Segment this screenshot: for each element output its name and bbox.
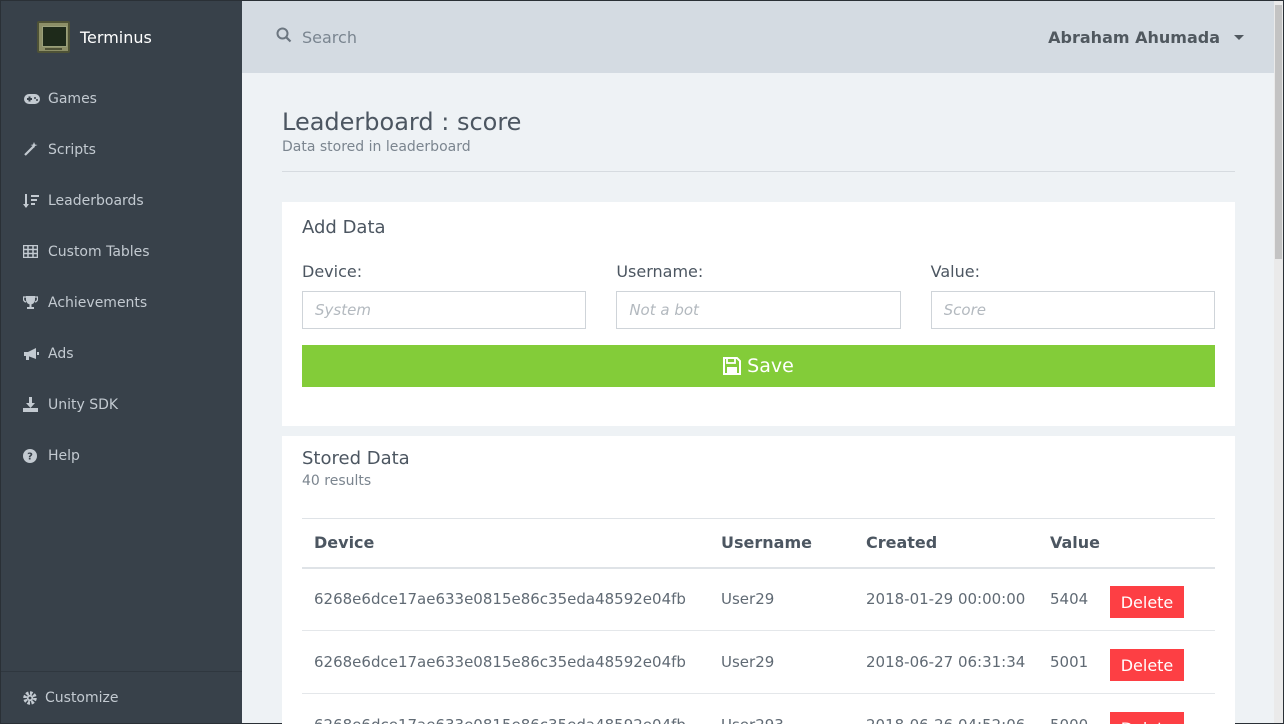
cell-actions: Delete	[1110, 567, 1215, 631]
delete-button[interactable]: Delete	[1110, 586, 1184, 619]
page-title: Leaderboard : score	[282, 108, 522, 136]
add-data-title: Add Data	[302, 217, 386, 238]
search-bar	[242, 27, 1048, 47]
gear-icon	[23, 690, 45, 705]
table-header-row: Device Username Created Value	[302, 518, 1215, 569]
sidebar-item-customize[interactable]: Customize	[1, 671, 242, 723]
cell-created: 2018-06-27 06:31:34	[854, 630, 1038, 694]
divider	[282, 171, 1235, 172]
table-row: 6268e6dce17ae633e0815e86c35eda48592e04fb…	[302, 693, 1215, 724]
sidebar-item-scripts[interactable]: Scripts	[1, 124, 242, 175]
value-field-group: Value:	[930, 262, 1215, 329]
bullhorn-icon	[23, 347, 45, 361]
user-menu[interactable]: Abraham Ahumada	[1048, 28, 1274, 47]
page-scrollbar[interactable]	[1274, 1, 1283, 723]
username-label: Username:	[616, 262, 704, 281]
table-row: 6268e6dce17ae633e0815e86c35eda48592e04fb…	[302, 567, 1215, 631]
save-button[interactable]: Save	[302, 345, 1215, 387]
value-label: Value:	[930, 262, 980, 281]
sidebar-item-label: Unity SDK	[48, 396, 119, 413]
question-circle-icon: ?	[23, 448, 45, 463]
column-header-username[interactable]: Username	[709, 518, 854, 569]
stored-data-card: Stored Data 40 results Device Username C…	[282, 436, 1235, 724]
caret-down-icon	[1234, 34, 1244, 40]
user-name: Abraham Ahumada	[1048, 27, 1220, 47]
sidebar-item-ads[interactable]: Ads	[1, 328, 242, 379]
device-label: Device:	[302, 262, 363, 281]
username-field-group: Username:	[616, 262, 901, 329]
topbar: Abraham Ahumada	[242, 1, 1274, 73]
sidebar-item-label: Custom Tables	[48, 243, 150, 260]
search-icon	[276, 27, 292, 47]
scrollbar-thumb[interactable]	[1275, 5, 1282, 259]
sidebar-item-label: Achievements	[48, 294, 148, 311]
stored-data-table: Device Username Created Value 6268e6dce1…	[302, 518, 1215, 724]
brand[interactable]: Terminus	[1, 1, 242, 73]
cell-value: 5001	[1038, 630, 1110, 694]
download-icon	[23, 397, 45, 412]
table-row: 6268e6dce17ae633e0815e86c35eda48592e04fb…	[302, 630, 1215, 694]
column-header-device[interactable]: Device	[302, 518, 709, 569]
sidebar-item-label: Ads	[48, 345, 74, 362]
column-header-actions	[1110, 518, 1215, 569]
cell-created: 2018-01-29 00:00:00	[854, 567, 1038, 631]
column-header-created[interactable]: Created	[854, 518, 1038, 569]
sidebar-item-label: Games	[48, 90, 97, 107]
table-icon	[23, 245, 45, 258]
cell-device: 6268e6dce17ae633e0815e86c35eda48592e04fb	[302, 567, 709, 631]
stored-data-title: Stored Data	[302, 448, 410, 469]
add-data-card: Add Data Device: Username: Value: Save	[282, 202, 1235, 426]
trophy-icon	[23, 295, 45, 310]
main-content: Leaderboard : score Data stored in leade…	[282, 73, 1235, 724]
sidebar-item-label: Customize	[45, 689, 119, 706]
cell-username: User29	[709, 630, 854, 694]
sidebar-item-help[interactable]: ? Help	[1, 430, 242, 481]
search-input[interactable]	[302, 27, 602, 47]
cell-username: User29	[709, 567, 854, 631]
sort-amount-icon	[23, 193, 45, 209]
cell-device: 6268e6dce17ae633e0815e86c35eda48592e04fb	[302, 693, 709, 724]
sidebar-item-achievements[interactable]: Achievements	[1, 277, 242, 328]
sidebar: Terminus Games Scripts Leaderboards Cust…	[1, 1, 242, 723]
sidebar-item-games[interactable]: Games	[1, 73, 242, 124]
device-field-group: Device:	[302, 262, 587, 329]
cell-actions: Delete	[1110, 630, 1215, 694]
cell-value: 5000	[1038, 693, 1110, 724]
cell-value: 5404	[1038, 567, 1110, 631]
sidebar-item-custom-tables[interactable]: Custom Tables	[1, 226, 242, 277]
floppy-disk-icon	[723, 357, 747, 375]
page-subtitle: Data stored in leaderboard	[282, 139, 471, 155]
device-input[interactable]	[302, 291, 587, 329]
cell-username: User293	[709, 693, 854, 724]
column-header-value[interactable]: Value	[1038, 518, 1110, 569]
brand-name: Terminus	[80, 27, 152, 47]
cell-actions: Delete	[1110, 693, 1215, 724]
svg-text:?: ?	[27, 451, 33, 462]
results-count: 40 results	[302, 473, 372, 489]
username-input[interactable]	[616, 291, 901, 329]
sidebar-item-unity-sdk[interactable]: Unity SDK	[1, 379, 242, 430]
save-label: Save	[747, 355, 794, 377]
sidebar-item-label: Leaderboards	[48, 192, 144, 209]
sidebar-item-label: Help	[48, 447, 80, 464]
magic-wand-icon	[23, 142, 45, 157]
delete-button[interactable]: Delete	[1110, 649, 1184, 681]
cell-created: 2018-06-26 04:52:06	[854, 693, 1038, 724]
gamepad-icon	[23, 93, 45, 105]
cell-device: 6268e6dce17ae633e0815e86c35eda48592e04fb	[302, 630, 709, 694]
value-input[interactable]	[930, 291, 1215, 329]
sidebar-item-leaderboards[interactable]: Leaderboards	[1, 175, 242, 226]
delete-button[interactable]: Delete	[1110, 712, 1184, 724]
terminal-logo-icon	[37, 21, 70, 53]
add-data-form: Device: Username: Value:	[302, 262, 1215, 329]
sidebar-item-label: Scripts	[48, 141, 96, 158]
